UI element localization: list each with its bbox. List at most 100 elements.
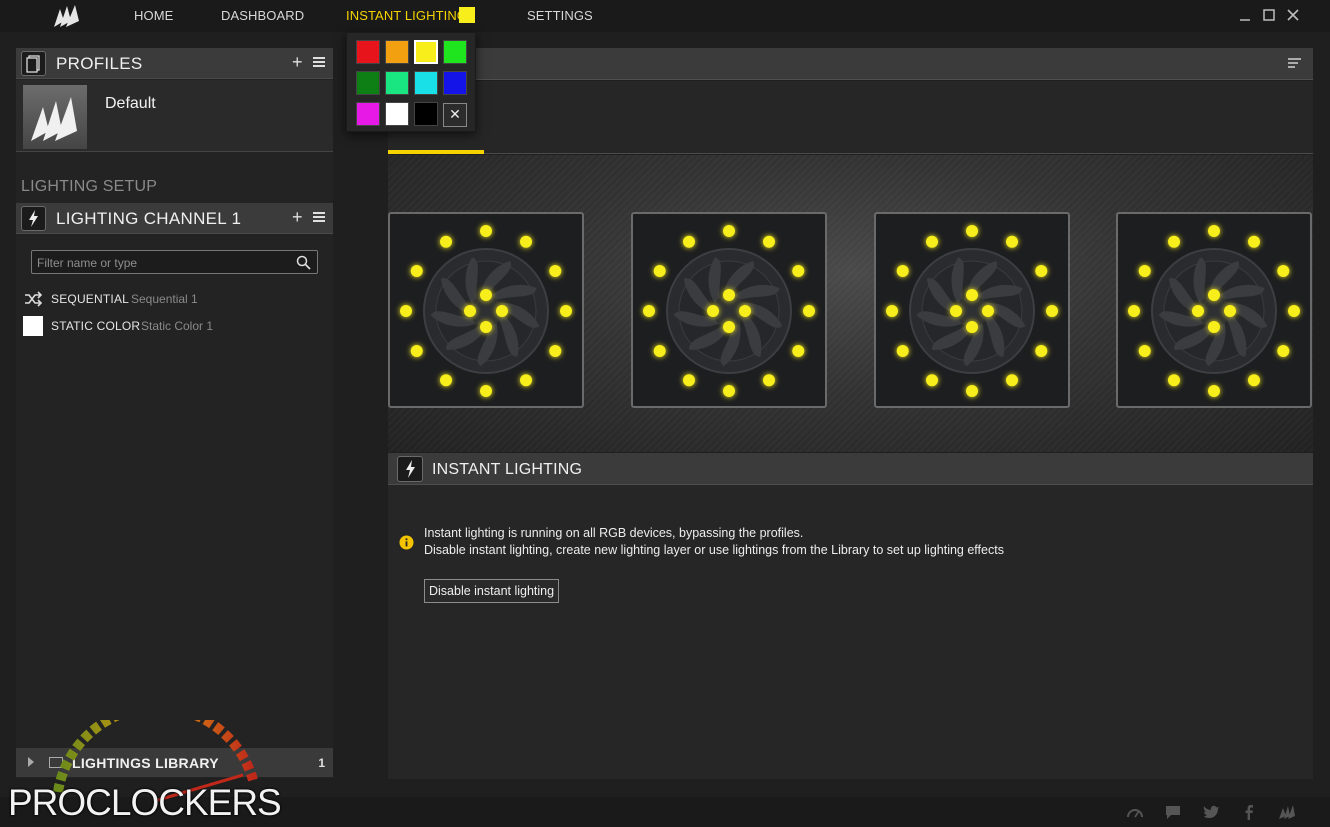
color-swatch[interactable]: [414, 102, 438, 126]
minimize-icon[interactable]: [1236, 6, 1254, 24]
led-dot: [926, 235, 938, 248]
led-dot: [1006, 235, 1018, 248]
color-swatch[interactable]: [385, 40, 409, 64]
led-dot: [966, 225, 978, 237]
info-line-1: Instant lighting is running on all RGB d…: [424, 526, 804, 540]
lighting-channel-header: LIGHTING CHANNEL 1 +: [16, 203, 333, 234]
disable-instant-lighting-button[interactable]: Disable instant lighting: [424, 579, 560, 603]
instant-lighting-title: INSTANT LIGHTING: [432, 461, 583, 478]
color-swatch[interactable]: [385, 71, 409, 95]
instant-lighting-color-swatch[interactable]: [459, 7, 475, 23]
color-swatch[interactable]: [356, 102, 380, 126]
fan-graphic: [400, 225, 572, 397]
led-dot: [1208, 225, 1220, 237]
nav-instant-lighting[interactable]: INSTANT LIGHTING: [346, 8, 467, 23]
led-dot: [803, 305, 815, 317]
led-dot: [1128, 305, 1140, 317]
profile-thumbnail: [23, 85, 87, 149]
corsair-icon[interactable]: [1278, 804, 1296, 820]
dashboard-speed-icon[interactable]: [1126, 804, 1144, 820]
led-dot: [739, 305, 751, 317]
led-dot: [1138, 345, 1151, 357]
led-dot: [763, 374, 775, 387]
layer-name: Sequential 1: [131, 292, 198, 306]
color-swatch[interactable]: [385, 102, 409, 126]
layer-item-sequential[interactable]: SEQUENTIAL Sequential 1: [16, 287, 333, 311]
close-icon[interactable]: ✕: [443, 103, 467, 127]
led-dot: [966, 289, 978, 301]
led-dot: [926, 374, 938, 387]
color-swatch[interactable]: [443, 71, 467, 95]
led-dot: [683, 235, 695, 248]
devices-header: ES: [388, 48, 1313, 80]
led-dot: [763, 235, 775, 248]
lightning-icon: [21, 206, 46, 231]
led-dot: [1208, 321, 1220, 333]
led-dot: [400, 305, 412, 317]
filter-field[interactable]: [31, 250, 318, 274]
led-dot: [1288, 305, 1300, 317]
profiles-menu-icon[interactable]: [313, 57, 325, 68]
color-swatch[interactable]: [414, 40, 438, 64]
left-sidebar: PROFILES + Default LIGHTING SETUP LIGHTI…: [16, 48, 333, 778]
color-swatch[interactable]: [356, 71, 380, 95]
led-dot: [653, 265, 666, 277]
device-tab-active-indicator[interactable]: [388, 150, 484, 154]
led-dot: [643, 305, 655, 317]
led-dot: [896, 265, 909, 277]
color-swatch[interactable]: [414, 71, 438, 95]
lighting-setup-label: LIGHTING SETUP: [21, 178, 158, 195]
facebook-icon[interactable]: [1240, 804, 1258, 820]
led-dot: [1138, 265, 1151, 277]
lighting-channel-title: LIGHTING CHANNEL 1: [56, 209, 242, 228]
layer-item-static-color[interactable]: STATIC COLOR Static Color 1: [16, 314, 333, 338]
fan-card-4[interactable]: [1116, 212, 1312, 408]
color-swatch[interactable]: [443, 40, 467, 64]
add-layer-button[interactable]: +: [292, 207, 303, 227]
add-profile-button[interactable]: +: [292, 52, 303, 72]
maximize-icon[interactable]: [1260, 6, 1278, 24]
color-picker-popup: ✕: [346, 32, 476, 132]
fan-card-3[interactable]: [874, 212, 1070, 408]
filter-input[interactable]: [37, 254, 287, 271]
white-color-swatch: [23, 316, 43, 336]
search-icon[interactable]: [296, 255, 311, 270]
nav-settings[interactable]: SETTINGS: [527, 8, 593, 23]
led-dot: [1035, 265, 1048, 277]
led-dot: [1192, 305, 1204, 317]
chat-icon[interactable]: [1164, 804, 1182, 820]
close-icon[interactable]: [1284, 6, 1302, 24]
fan-card-1[interactable]: [388, 212, 584, 408]
profiles-header: PROFILES +: [16, 48, 333, 79]
led-dot: [723, 289, 735, 301]
led-dot: [480, 289, 492, 301]
channel-menu-icon[interactable]: [313, 212, 325, 223]
shuffle-icon: [25, 291, 43, 307]
led-dot: [723, 385, 735, 397]
led-dot: [560, 305, 572, 317]
profiles-icon: [21, 51, 46, 76]
fan-preview-area: [388, 155, 1313, 452]
led-dot: [1277, 345, 1290, 357]
led-dot: [896, 345, 909, 357]
color-swatch[interactable]: [356, 40, 380, 64]
nav-home[interactable]: HOME: [134, 8, 173, 23]
layer-name: Static Color 1: [141, 319, 214, 333]
led-dot: [1046, 305, 1058, 317]
profile-item-default[interactable]: Default: [16, 80, 333, 152]
led-dot: [410, 265, 423, 277]
fan-card-2[interactable]: [631, 212, 827, 408]
twitter-icon[interactable]: [1202, 804, 1220, 820]
led-dot: [480, 321, 492, 333]
led-dot: [496, 305, 508, 317]
led-dot: [520, 235, 532, 248]
sort-icon[interactable]: [1288, 58, 1301, 70]
led-dot: [886, 305, 898, 317]
led-dot: [410, 345, 423, 357]
fan-graphic: [886, 225, 1058, 397]
led-dot: [440, 235, 452, 248]
profile-name: Default: [105, 95, 156, 112]
led-dot: [1248, 235, 1260, 248]
nav-dashboard[interactable]: DASHBOARD: [221, 8, 304, 23]
watermark-text: PROCLOCKERS: [8, 782, 282, 823]
